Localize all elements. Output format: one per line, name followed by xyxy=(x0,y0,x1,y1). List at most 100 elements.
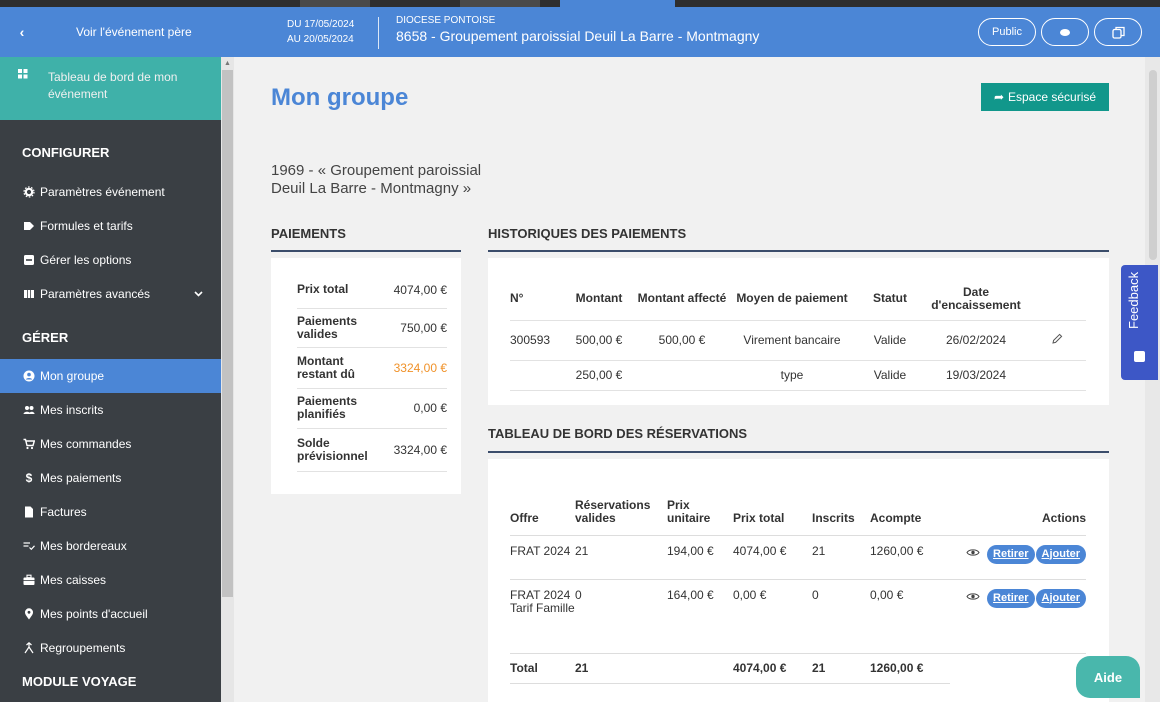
help-button[interactable]: Aide xyxy=(1076,656,1140,698)
history-cell: 300593 xyxy=(510,320,562,361)
sidebar-item-mes-inscrits[interactable]: Mes inscrits xyxy=(0,393,221,427)
edit-cell[interactable] xyxy=(1028,320,1086,361)
history-header-empty xyxy=(1028,278,1086,321)
scroll-up-arrow[interactable]: ▲ xyxy=(224,60,231,67)
reservations-header: Actions xyxy=(950,495,1086,536)
reservation-cell: 0,00 € xyxy=(870,579,950,654)
payment-row: Montant restant dû 3324,00 € xyxy=(297,347,447,389)
group-icon xyxy=(19,370,39,382)
sidebar-item-mes-paiements[interactable]: $ Mes paiements xyxy=(0,461,221,495)
tag-icon xyxy=(19,220,39,232)
table-icon xyxy=(19,288,39,300)
eye-icon xyxy=(1060,28,1070,36)
public-button[interactable]: Public xyxy=(978,18,1036,46)
reservations-table: Offre Réservations valides Prix unitaire Pr… xyxy=(510,495,1086,684)
payment-value: 0,00 € xyxy=(385,388,447,429)
back-to-parent-event[interactable]: ‹ Voir l'événement père xyxy=(0,7,221,57)
reservation-total-row: Total 21 4074,00 €21 1260,00 € xyxy=(510,653,1086,684)
section-configurer: CONFIGURER xyxy=(22,145,110,160)
remove-button[interactable]: Retirer xyxy=(987,544,1035,564)
gear-icon xyxy=(19,186,39,198)
dollar-icon: $ xyxy=(25,471,33,485)
reservation-cell: 4074,00 € xyxy=(733,535,812,580)
sidebar-item-formules-et-tarifs[interactable]: Formules et tarifs xyxy=(0,209,221,243)
sidebar-item-label: Tableau de bord de mon événement xyxy=(48,70,178,101)
sidebar-item-gerer-les-options[interactable]: Gérer les options xyxy=(0,243,221,277)
eye-icon[interactable] xyxy=(966,547,980,560)
sidebar-scroll-thumb[interactable] xyxy=(222,70,233,597)
reservation-cell: 164,00 € xyxy=(667,579,733,654)
sidebar-item-mes-bordereaux[interactable]: Mes bordereaux xyxy=(0,529,221,563)
sidebar-item-parametres-avances[interactable]: Paramètres avancés xyxy=(0,277,221,311)
history-cell: type xyxy=(728,360,856,391)
history-header: Statut xyxy=(856,278,924,321)
sidebar-item-mes-points-d-accueil[interactable]: Mes points d'accueil xyxy=(0,597,221,631)
feedback-icon xyxy=(1134,351,1145,362)
strip-segment xyxy=(560,0,675,7)
payments-card: Prix total 4074,00 € Paiements valides 750,… xyxy=(271,258,461,494)
reservations-card: Offre Réservations valides Prix unitaire Pr… xyxy=(488,459,1109,702)
add-button[interactable]: Ajouter xyxy=(1035,544,1086,564)
secure-space-button[interactable]: ➦ Espace sécurisé xyxy=(981,83,1109,111)
group-name-line1: 1969 - « Groupement paroissial xyxy=(271,162,482,179)
duplicate-button[interactable] xyxy=(1094,18,1142,46)
list-check-icon xyxy=(19,540,39,552)
diocese-label: DIOCESE PONTOISE xyxy=(396,15,496,26)
back-label: Voir l'événement père xyxy=(76,25,192,39)
event-info: DIOCESE PONTOISE 8658 - Groupement paroi… xyxy=(396,15,759,45)
history-underline xyxy=(488,250,1109,252)
sidebar-item-label: Paramètres événement xyxy=(40,185,165,199)
reservation-total-cell: 4074,00 € xyxy=(733,653,812,684)
reservations-header: Offre xyxy=(510,495,575,536)
feedback-tab[interactable]: Feedback xyxy=(1121,265,1158,380)
history-cell: Virement bancaire xyxy=(728,320,856,361)
payments-title: PAIEMENTS xyxy=(271,226,346,241)
history-cell xyxy=(1028,360,1086,391)
sidebar: Tableau de bord de mon événement CONFIGU… xyxy=(0,57,221,702)
sidebar-item-factures[interactable]: Factures xyxy=(0,495,221,529)
eye-icon[interactable] xyxy=(966,591,980,604)
group-name: 1969 - « Groupement paroissial Deuil La … xyxy=(271,162,571,198)
main-scroll-thumb[interactable] xyxy=(1149,70,1157,260)
share-arrow-icon: ➦ xyxy=(993,90,1004,104)
top-strip xyxy=(0,0,1160,7)
secure-space-label: Espace sécurisé xyxy=(1008,90,1097,104)
reservation-total-cell: 21 xyxy=(812,653,870,684)
reservations-header: Réservations valides xyxy=(575,495,667,536)
payment-label: Paiements valides xyxy=(297,308,385,348)
feedback-label: Feedback xyxy=(1126,271,1141,329)
reservation-total-cell xyxy=(667,653,733,684)
grid-icon xyxy=(18,69,40,120)
sidebar-item-mes-commandes[interactable]: Mes commandes xyxy=(0,427,221,461)
reservation-actions: Retirer Ajouter xyxy=(950,579,1086,654)
sidebar-item-mon-groupe[interactable]: Mon groupe xyxy=(0,359,221,393)
strip-segment xyxy=(460,0,540,7)
history-card: N° Montant Montant affecté Moyen de paiemen… xyxy=(488,258,1109,405)
reservation-cell: 1260,00 € xyxy=(870,535,950,580)
reservations-title: TABLEAU DE BORD DES RÉSERVATIONS xyxy=(488,426,748,441)
payments-underline xyxy=(271,250,461,252)
pencil-icon[interactable] xyxy=(1051,333,1063,348)
event-dates: DU 17/05/2024 AU 20/05/2024 xyxy=(287,17,354,47)
history-cell: Valide xyxy=(856,320,924,361)
sidebar-item-label: Paramètres avancés xyxy=(40,287,151,301)
event-title: 8658 - Groupement paroissial Deuil La Ba… xyxy=(396,28,760,44)
sidebar-item-label: Mes commandes xyxy=(40,437,132,451)
reservation-row: FRAT 2024 21 194,00 €4074,00 €21 1260,00 € R… xyxy=(510,535,1086,580)
sidebar-item-regroupements[interactable]: Regroupements xyxy=(0,631,221,665)
remove-button[interactable]: Retirer xyxy=(987,588,1035,608)
sidebar-item-parametres-evenement[interactable]: Paramètres événement xyxy=(0,175,221,209)
users-icon xyxy=(19,404,39,416)
add-button[interactable]: Ajouter xyxy=(1035,588,1086,608)
preview-button[interactable] xyxy=(1041,18,1089,46)
history-cell: 26/02/2024 xyxy=(924,320,1028,361)
merge-icon xyxy=(19,642,39,654)
file-icon xyxy=(19,506,39,518)
sidebar-item-label: Formules et tarifs xyxy=(40,219,133,233)
sidebar-item-dashboard[interactable]: Tableau de bord de mon événement xyxy=(0,57,221,120)
history-row: 300593 500,00 €500,00 € Virement bancaire V… xyxy=(510,320,1086,361)
history-cell: 250,00 € xyxy=(562,360,636,391)
history-table: N° Montant Montant affecté Moyen de paiemen… xyxy=(510,278,1086,391)
history-header: Montant affecté xyxy=(636,278,728,321)
sidebar-item-mes-caisses[interactable]: Mes caisses xyxy=(0,563,221,597)
